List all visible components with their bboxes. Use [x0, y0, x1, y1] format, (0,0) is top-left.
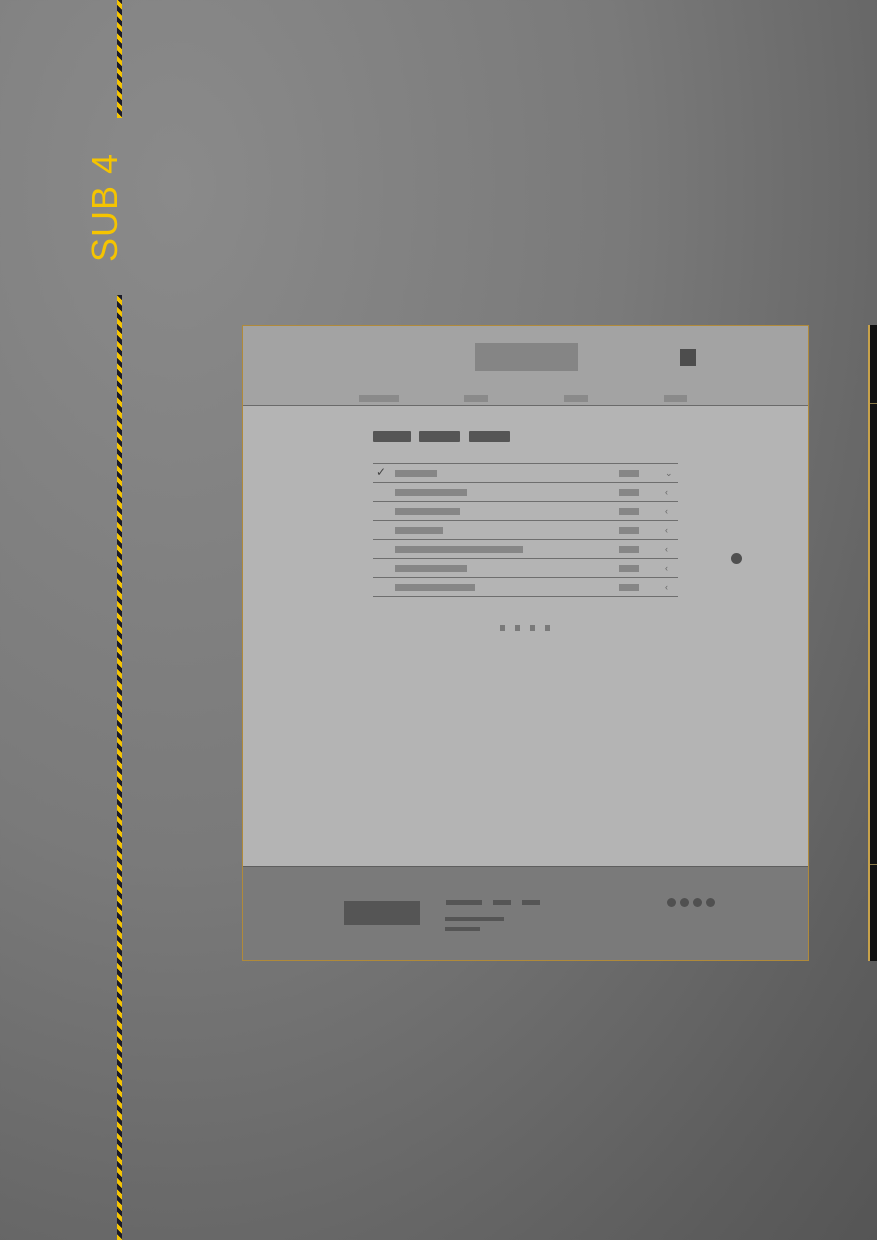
logo-placeholder[interactable]	[475, 343, 578, 371]
page-indicator[interactable]	[515, 625, 520, 631]
page-indicator[interactable]	[530, 625, 535, 631]
footer-logo-placeholder[interactable]	[344, 901, 420, 925]
sub-label: SUB 4	[84, 152, 125, 262]
list-item-label	[395, 489, 467, 496]
footer-link[interactable]	[522, 900, 540, 905]
checkmark-icon: ✓	[376, 465, 387, 479]
list-item[interactable]: ✓ ⌄	[373, 463, 678, 482]
list-item-label	[395, 565, 467, 572]
adjacent-frame-divider	[870, 864, 877, 865]
chevron-down-icon[interactable]: ⌄	[665, 466, 673, 480]
toolbar-button-2[interactable]	[419, 431, 460, 442]
toolbar-button-1[interactable]	[373, 431, 411, 442]
chevron-left-icon[interactable]: ‹	[665, 523, 668, 537]
footer-text-line	[445, 917, 504, 921]
list-item[interactable]: ‹	[373, 501, 678, 520]
nav-item-4[interactable]	[664, 395, 687, 402]
adjacent-frame-divider	[870, 403, 877, 404]
social-icon[interactable]	[706, 898, 715, 907]
social-icon[interactable]	[667, 898, 676, 907]
footer-text-line	[445, 927, 480, 931]
list-item-value	[619, 470, 639, 477]
nav-item-3[interactable]	[564, 395, 588, 402]
wireframe-footer	[243, 866, 808, 960]
list-item-value	[619, 508, 639, 515]
chevron-left-icon[interactable]: ‹	[665, 504, 668, 518]
list-item[interactable]: ‹	[373, 482, 678, 501]
wireframe-header	[243, 326, 808, 406]
social-icon[interactable]	[680, 898, 689, 907]
page-indicator[interactable]	[545, 625, 550, 631]
chevron-left-icon[interactable]: ‹	[665, 580, 668, 594]
footer-link[interactable]	[446, 900, 482, 905]
list-item-label	[395, 508, 460, 515]
hazard-stripe-top	[117, 0, 122, 118]
list-item[interactable]: ‹	[373, 558, 678, 577]
hazard-stripe-bottom	[117, 295, 122, 1240]
list-item-value	[619, 584, 639, 591]
wireframe-page: ✓ ⌄ ‹ ‹ ‹ ‹ ‹ ‹	[242, 325, 809, 961]
square-icon[interactable]	[680, 349, 696, 366]
chevron-left-icon[interactable]: ‹	[665, 542, 668, 556]
list-item-label	[395, 527, 443, 534]
footer-link[interactable]	[493, 900, 511, 905]
list-item-value	[619, 565, 639, 572]
list-item-value	[619, 527, 639, 534]
floating-dot-button[interactable]	[731, 553, 742, 564]
social-icon[interactable]	[693, 898, 702, 907]
list-item[interactable]: ‹	[373, 520, 678, 539]
nav-item-2[interactable]	[464, 395, 488, 402]
toolbar-button-3[interactable]	[469, 431, 510, 442]
list-item-value	[619, 489, 639, 496]
chevron-left-icon[interactable]: ‹	[665, 485, 668, 499]
adjacent-frame-edge	[868, 325, 877, 961]
list-item-label	[395, 546, 523, 553]
list-item-label	[395, 584, 475, 591]
chevron-left-icon[interactable]: ‹	[665, 561, 668, 575]
page-indicator[interactable]	[500, 625, 505, 631]
wireframe-list: ✓ ⌄ ‹ ‹ ‹ ‹ ‹ ‹	[373, 463, 678, 597]
list-item[interactable]: ‹	[373, 577, 678, 597]
list-item-value	[619, 546, 639, 553]
list-item-label	[395, 470, 437, 477]
nav-item-1[interactable]	[359, 395, 399, 402]
list-item[interactable]: ‹	[373, 539, 678, 558]
